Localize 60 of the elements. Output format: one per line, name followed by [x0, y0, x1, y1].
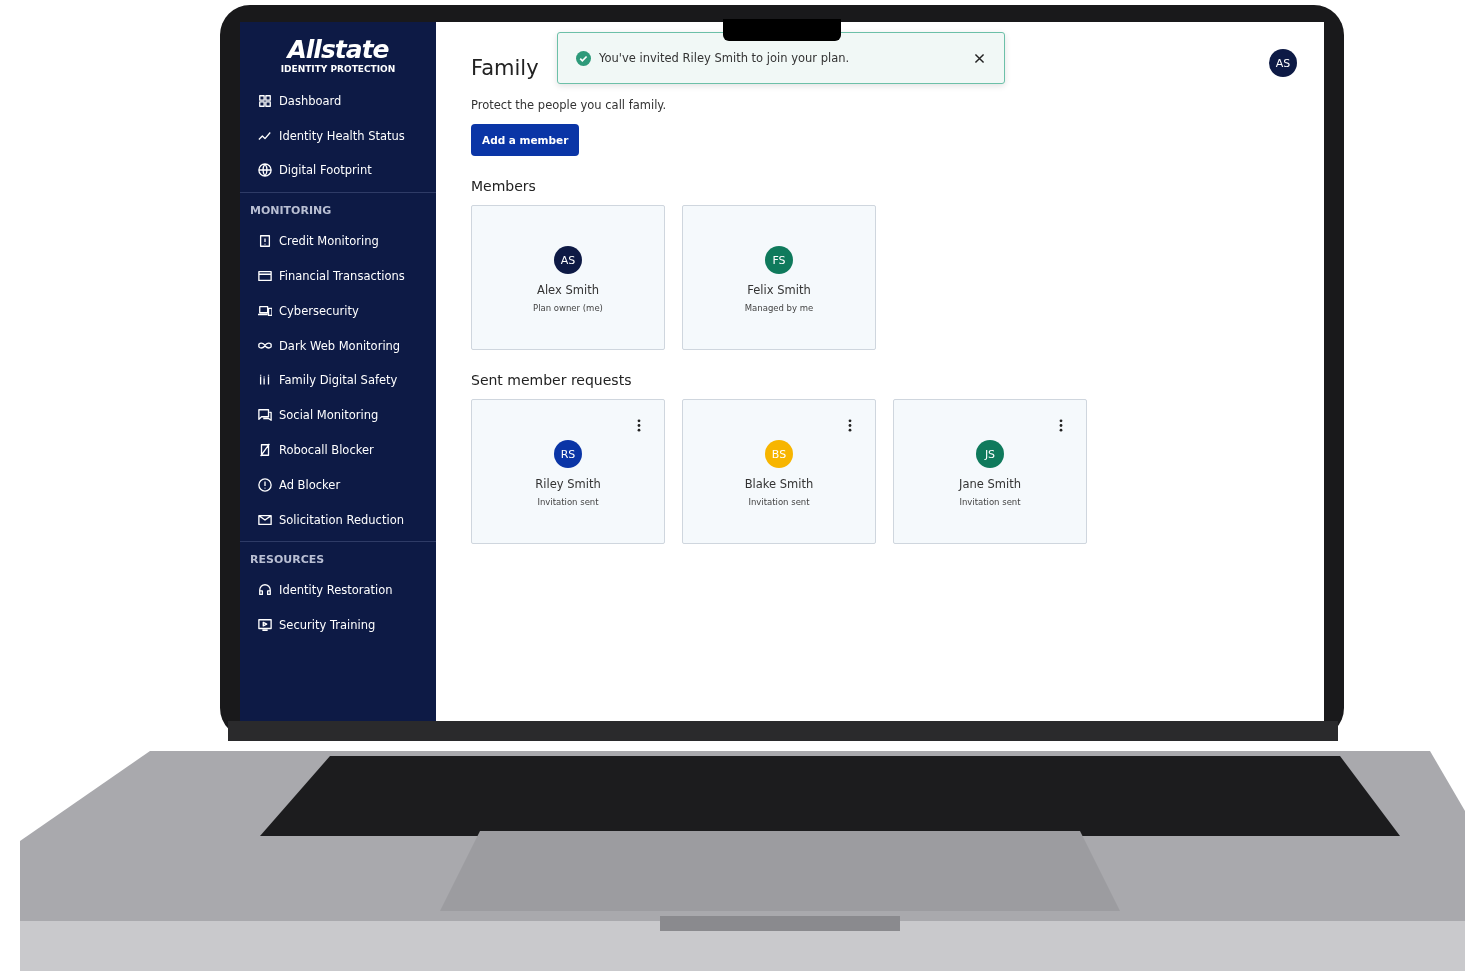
- chat-icon: [258, 408, 272, 423]
- request-card[interactable]: JS Jane Smith Invitation sent: [893, 399, 1087, 544]
- member-card[interactable]: FS Felix Smith Managed by me: [682, 205, 876, 350]
- logo-tagline: IDENTITY PROTECTION: [280, 63, 396, 74]
- member-avatar: AS: [554, 246, 582, 274]
- sidebar-item[interactable]: Cybersecurity: [240, 293, 436, 329]
- user-avatar[interactable]: AS: [1269, 49, 1297, 77]
- section-heading: Members: [471, 178, 537, 194]
- member-avatar: JS: [976, 440, 1004, 468]
- section-heading: RESOURCES: [249, 552, 326, 569]
- member-name: Blake Smith: [744, 477, 814, 491]
- member-avatar: FS: [765, 246, 793, 274]
- page-title: Family: [471, 56, 539, 80]
- sidebar-item[interactable]: Dark Web Monitoring: [240, 328, 436, 364]
- blocked-phone-icon: [258, 443, 272, 458]
- member-avatar: BS: [765, 440, 793, 468]
- credit-card-icon: [258, 269, 272, 284]
- check-circle-icon: [576, 50, 591, 66]
- member-avatar: RS: [554, 440, 582, 468]
- more-options-icon[interactable]: [1059, 419, 1063, 432]
- invitation-status: Invitation sent: [537, 497, 599, 507]
- grid-icon: [258, 93, 272, 108]
- member-name: Alex Smith: [537, 283, 599, 297]
- sidebar-item[interactable]: Solicitation Reduction: [240, 502, 436, 538]
- section-heading: MONITORING: [249, 202, 333, 219]
- toast-message: You've invited Riley Smith to join your plan.: [599, 51, 851, 65]
- request-card[interactable]: RS Riley Smith Invitation sent: [471, 399, 665, 544]
- sidebar-item[interactable]: Identity Health Status: [240, 118, 436, 154]
- sidebar-item[interactable]: Financial Transactions: [240, 258, 436, 294]
- sidebar-item[interactable]: Social Monitoring: [240, 397, 436, 433]
- member-role: Managed by me: [744, 303, 814, 313]
- envelope-icon: [258, 512, 272, 527]
- page-subtitle: Protect the people you call family.: [471, 98, 668, 112]
- more-options-icon[interactable]: [848, 419, 852, 432]
- invitation-status: Invitation sent: [959, 497, 1021, 507]
- more-options-icon[interactable]: [637, 419, 641, 432]
- sidebar-item[interactable]: Ad Blocker: [240, 467, 436, 503]
- globe-icon: [258, 163, 272, 178]
- logo-wordmark: Allstate: [287, 36, 389, 64]
- sidebar-item[interactable]: Family Digital Safety: [240, 363, 436, 398]
- alert-document-icon: [258, 234, 272, 249]
- sidebar-item[interactable]: Credit Monitoring: [240, 223, 436, 259]
- member-name: Felix Smith: [747, 283, 811, 297]
- sidebar-item[interactable]: Security Training: [240, 607, 436, 643]
- close-icon[interactable]: [973, 51, 986, 65]
- member-role: Plan owner (me): [533, 303, 603, 313]
- member-name: Riley Smith: [535, 477, 601, 491]
- section-heading: Sent member requests: [471, 372, 633, 388]
- invitation-status: Invitation sent: [748, 497, 810, 507]
- play-screen-icon: [258, 618, 272, 633]
- headset-icon: [258, 583, 272, 598]
- request-card[interactable]: BS Blake Smith Invitation sent: [682, 399, 876, 544]
- add-member-button[interactable]: Add a member: [471, 124, 580, 156]
- member-name: Jane Smith: [959, 477, 1021, 491]
- sidebar-item[interactable]: Digital Footprint: [240, 153, 436, 188]
- sidebar-item[interactable]: Identity Restoration: [240, 573, 436, 608]
- sidebar-item[interactable]: Robocall Blocker: [240, 432, 436, 468]
- devices-icon: [258, 303, 272, 318]
- sidebar-item[interactable]: Dashboard: [240, 83, 436, 119]
- member-card[interactable]: AS Alex Smith Plan owner (me): [471, 205, 665, 350]
